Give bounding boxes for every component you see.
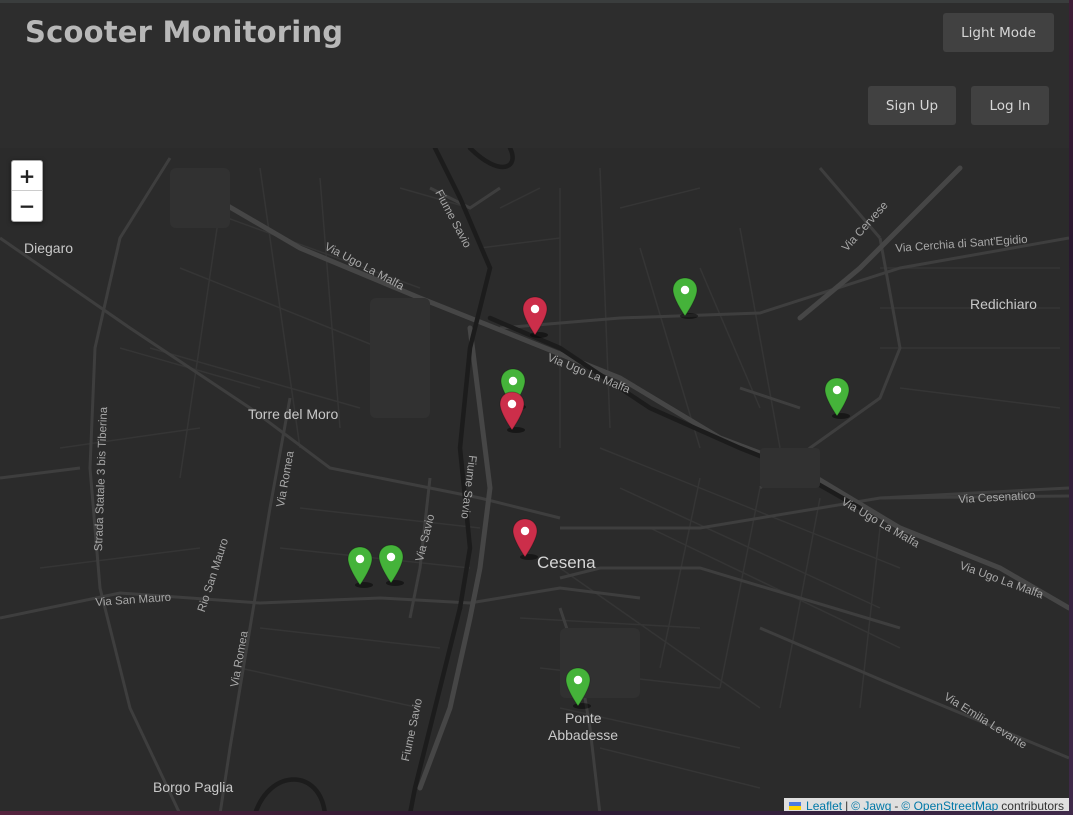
scooter-marker-icon[interactable] [378,544,404,586]
attribution-separator: | [845,799,849,811]
scooter-marker-icon[interactable] [672,277,698,319]
scooter-alert-marker-icon[interactable] [499,391,525,433]
header: Scooter Monitoring Light Mode Sign Up Lo… [0,3,1069,148]
place-borgo-paglia: Borgo Paglia [153,779,234,795]
log-in-button[interactable]: Log In [971,86,1049,125]
scooter-marker-icon[interactable] [824,377,850,419]
openstreetmap-link[interactable]: © OpenStreetMap [901,799,998,811]
scooter-marker-icon[interactable] [565,667,591,709]
zoom-in-button[interactable]: + [12,161,42,191]
zoom-out-button[interactable]: − [12,191,42,221]
zoom-control: + − [11,160,43,222]
attribution-separator: - [894,799,899,811]
app-window: Scooter Monitoring Light Mode Sign Up Lo… [0,0,1069,811]
place-diegaro: Diegaro [24,240,74,256]
light-mode-button[interactable]: Light Mode [943,13,1054,52]
jawg-link[interactable]: © Jawg [851,799,891,811]
place-torre-del-moro: Torre del Moro [248,406,339,422]
scooter-marker-icon[interactable] [347,546,373,588]
app-title: Scooter Monitoring [25,15,344,49]
place-abbadesse: Abbadesse [548,727,619,743]
map[interactable]: + − Diegaro Redichiaro Torre del Moro Ce… [0,148,1069,811]
scooter-alert-marker-icon[interactable] [522,296,548,338]
place-cesena: Cesena [537,553,596,572]
attribution-contributors: contributors [1001,799,1064,811]
leaflet-link[interactable]: Leaflet [806,799,842,811]
place-ponte: Ponte [565,710,602,726]
scooter-alert-marker-icon[interactable] [512,518,538,560]
sign-up-button[interactable]: Sign Up [868,86,956,125]
map-attribution: Leaflet | © Jawg - © OpenStreetMap contr… [784,798,1069,811]
ukraine-flag-icon [789,802,802,810]
place-redichiaro: Redichiaro [970,296,1037,312]
